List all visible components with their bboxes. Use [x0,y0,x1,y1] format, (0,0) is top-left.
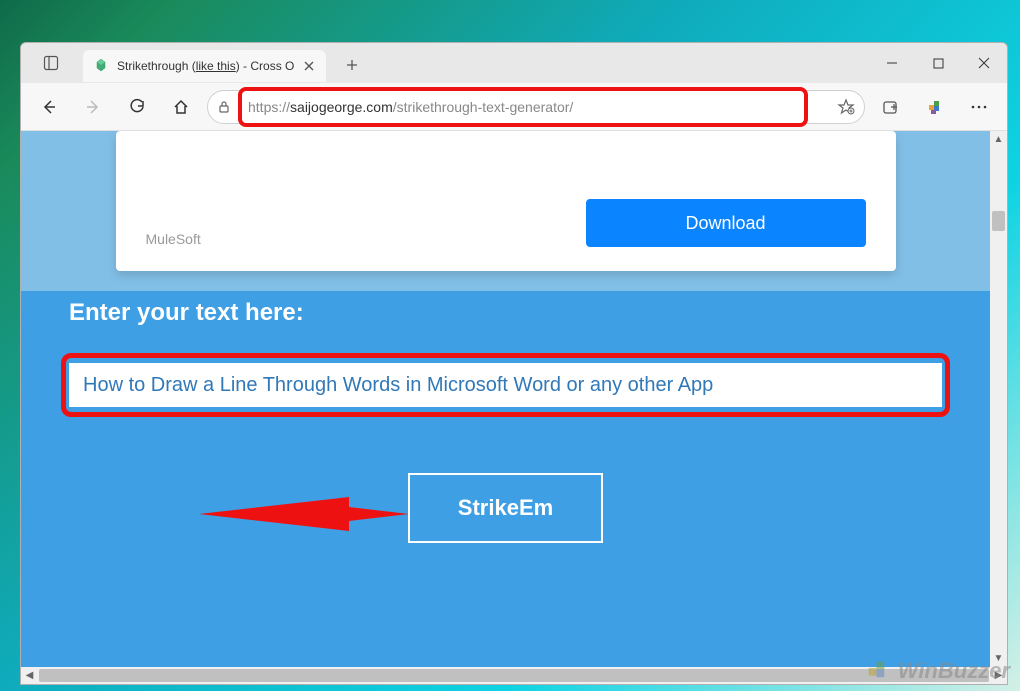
home-button[interactable] [163,89,199,125]
browser-toolbar: https://saijogeorge.com/strikethrough-te… [21,83,1007,131]
extension-icon[interactable] [917,89,953,125]
tab-actions-icon[interactable] [35,47,67,79]
window-maximize-button[interactable] [915,43,961,83]
page-body: MuleSoft Download Enter your text here: … [21,131,990,667]
horizontal-scrollbar[interactable]: ◀ ▶ [21,667,1007,684]
ad-card: MuleSoft Download [116,131,896,271]
settings-menu-button[interactable] [961,89,997,125]
browser-window: Strikethrough (like this) - Cross O [20,42,1008,685]
annotation-arrow-icon [199,479,419,549]
input-prompt-label: Enter your text here: [69,299,942,327]
window-minimize-button[interactable] [869,43,915,83]
vertical-scrollbar[interactable]: ▲ ▼ [990,131,1007,684]
site-info-lock-icon[interactable] [214,100,234,114]
close-tab-icon[interactable] [302,59,316,73]
action-row: StrikeEm [69,473,942,543]
strikeem-button[interactable]: StrikeEm [408,473,603,543]
browser-tab-bar: Strikethrough (like this) - Cross O [21,43,1007,83]
tab-favicon-icon [93,58,109,74]
window-close-button[interactable] [961,43,1007,83]
forward-button [75,89,111,125]
page-viewport: MuleSoft Download Enter your text here: … [21,131,1007,684]
scroll-up-icon[interactable]: ▲ [990,131,1007,148]
window-controls [869,43,1007,83]
tab-title: Strikethrough (like this) - Cross O [117,59,294,73]
watermark-text: WinBuzzer [898,658,1010,684]
address-bar[interactable]: https://saijogeorge.com/strikethrough-te… [207,90,865,124]
scroll-left-icon[interactable]: ◀ [21,667,38,684]
watermark-logo-icon [864,657,892,685]
watermark: WinBuzzer [864,657,1010,685]
text-input[interactable] [69,363,942,407]
add-favorite-icon[interactable] [834,98,858,116]
refresh-button[interactable] [119,89,155,125]
scroll-thumb[interactable] [992,211,1005,231]
download-button[interactable]: Download [586,199,866,247]
site-body: MuleSoft Download Enter your text here: … [21,131,990,667]
collections-button[interactable] [873,89,909,125]
browser-tab[interactable]: Strikethrough (like this) - Cross O [83,50,326,82]
text-input-wrapper [69,363,942,407]
url-text[interactable]: https://saijogeorge.com/strikethrough-te… [248,99,834,115]
new-tab-button[interactable] [336,49,368,81]
ad-brand-label: MuleSoft [146,231,201,247]
back-button[interactable] [31,89,67,125]
scroll-thumb-h[interactable] [39,669,989,682]
